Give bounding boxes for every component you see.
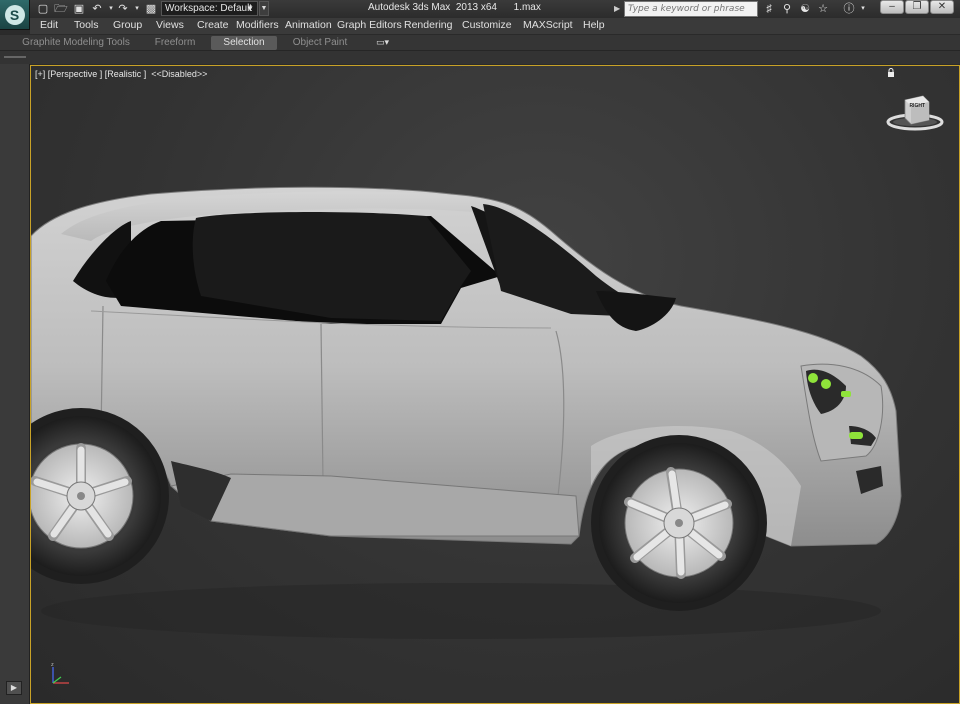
ribbon-panel-strip: [0, 50, 960, 64]
viewcube-icon[interactable]: [885, 92, 945, 132]
search-expand-icon[interactable]: ▶: [614, 2, 624, 16]
hold-icon[interactable]: ▩: [144, 2, 158, 16]
ribbon-minimize-toggle-icon[interactable]: ▭▾: [376, 37, 389, 48]
communication-center-icon[interactable]: ☯: [798, 2, 812, 16]
quick-access-customize-button[interactable]: ▼: [259, 1, 269, 16]
car-model[interactable]: [31, 66, 960, 704]
save-icon[interactable]: ▣: [72, 2, 86, 16]
svg-text:z: z: [51, 662, 54, 668]
ribbon-tab-bar: Graphite Modeling Tools Freeform Selecti…: [0, 34, 960, 50]
tab-object-paint[interactable]: Object Paint: [288, 36, 352, 50]
menu-tools[interactable]: Tools: [74, 19, 99, 31]
chevron-down-icon: ▼: [246, 4, 254, 13]
search-input[interactable]: [624, 1, 758, 17]
menu-group[interactable]: Group: [113, 19, 142, 31]
menu-rendering[interactable]: Rendering: [404, 19, 452, 31]
viewcube-face-label: RIGHT: [909, 103, 925, 109]
help-dropdown-icon[interactable]: ▾: [856, 2, 870, 16]
perspective-viewport[interactable]: [+] [Perspective ] [Realistic ] <<Disabl…: [30, 65, 960, 704]
menu-modifiers[interactable]: Modifiers: [236, 19, 279, 31]
tab-selection[interactable]: Selection: [211, 36, 277, 50]
favorites-star-icon[interactable]: ☆: [816, 2, 830, 16]
axis-tripod-icon: z: [51, 662, 69, 684]
menu-bar: Edit Tools Group Views Create Modifiers …: [30, 18, 960, 34]
menu-edit[interactable]: Edit: [40, 19, 58, 31]
minimize-button[interactable]: –: [880, 0, 904, 14]
menu-views[interactable]: Views: [156, 19, 184, 31]
undo-icon[interactable]: ↶: [90, 2, 104, 16]
open-folder-icon[interactable]: 🗁: [54, 2, 68, 16]
tab-graphite-modeling-tools[interactable]: Graphite Modeling Tools: [20, 36, 132, 50]
redo-dropdown-icon[interactable]: ▾: [130, 2, 144, 16]
menu-help[interactable]: Help: [583, 19, 605, 31]
3dsmax-logo-icon: S: [4, 4, 25, 25]
menu-animation[interactable]: Animation: [285, 19, 332, 31]
workspace-dropdown[interactable]: Workspace: Default ▼: [161, 1, 258, 16]
help-icon[interactable]: ⓘ: [842, 2, 856, 16]
window-title: Autodesk 3ds Max 2013 x64 1.max: [368, 2, 541, 13]
close-button[interactable]: ✕: [930, 0, 954, 14]
menu-customize[interactable]: Customize: [462, 19, 512, 31]
new-file-icon[interactable]: ▢: [36, 2, 50, 16]
viewport-label[interactable]: [+] [Perspective ] [Realistic ] <<Disabl…: [35, 69, 207, 79]
grip-handle-icon[interactable]: [4, 56, 26, 58]
title-bar: ▢ 🗁 ▣ ↶ ▾ ↷ ▾ ▩ Workspace: Default ▼ ▼ A…: [0, 0, 960, 18]
menu-maxscript[interactable]: MAXScript: [523, 19, 573, 31]
tab-freeform[interactable]: Freeform: [150, 36, 200, 50]
workspace-label: Workspace: Default: [165, 3, 253, 14]
binoculars-icon[interactable]: ♯: [762, 2, 776, 16]
lock-icon[interactable]: [887, 68, 895, 77]
restore-button[interactable]: ❐: [905, 0, 929, 14]
menu-create[interactable]: Create: [197, 19, 229, 31]
expand-panel-button[interactable]: ▶: [6, 681, 22, 695]
left-command-strip: [0, 64, 30, 704]
key-icon[interactable]: ⚲: [780, 2, 794, 16]
redo-icon[interactable]: ↷: [116, 2, 130, 16]
application-menu-button[interactable]: S: [0, 0, 30, 30]
menu-graph-editors[interactable]: Graph Editors: [337, 19, 402, 31]
